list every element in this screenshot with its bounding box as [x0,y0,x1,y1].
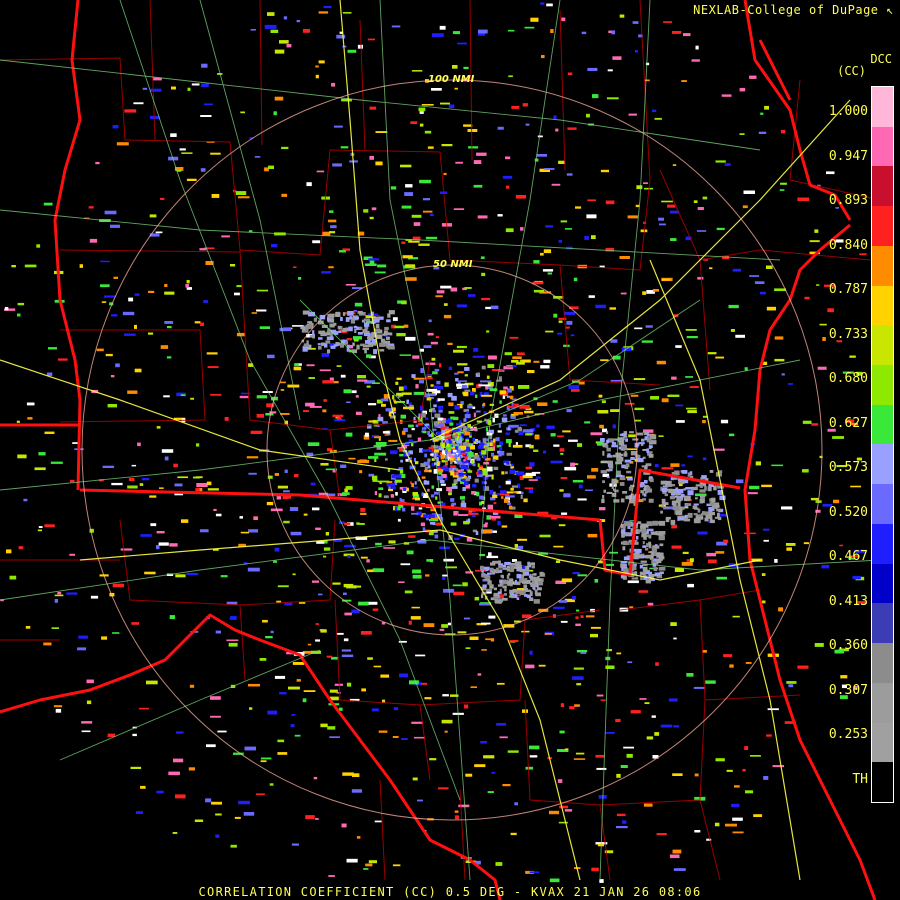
legend-swatch [872,643,893,683]
legend-swatch [872,682,893,723]
legend-swatch [872,325,893,366]
legend-tick-label: 0.413 [828,593,868,609]
legend-tick-label: 0.733 [828,326,868,342]
legend-tick-label: 0.467 [828,549,868,564]
range-label-100nmi: 100 NMI [428,74,475,85]
legend-swatch [872,523,893,564]
legend-tick-label: 0.360 [828,638,868,653]
legend-swatch [872,245,893,286]
legend-tick-label: 0.787 [828,282,868,297]
legend-swatch [872,762,893,802]
legend-tick-label: 0.520 [828,504,868,520]
range-label-50nmi: 50 NMI [433,259,473,270]
credit-text: NEXLAB-College of DuPage [693,3,879,17]
legend-swatch [872,603,893,644]
legend-tick-label: TH [852,771,868,787]
legend-swatch [872,206,893,246]
legend-tick-label: 1.000 [828,104,868,119]
source-credit: NEXLAB-College of DuPage ↖ [693,3,894,17]
legend-swatch [872,484,893,524]
legend-swatch [872,365,893,405]
legend-tick-label: 0.840 [828,237,868,253]
logo-icon: ↖ [886,3,894,17]
legend-swatch [872,444,893,485]
legend-tick-label: 0.253 [828,727,868,742]
legend-swatch [872,722,893,763]
radar-map: 100 NMI 50 NMI [0,0,900,900]
legend-swatch [872,285,893,326]
legend-swatch [872,166,893,207]
legend-swatch [872,404,893,445]
legend-tick-label: 0.573 [828,460,868,475]
legend-tick-label: 0.893 [828,193,868,208]
product-unit: (CC) [837,64,866,78]
legend-tick-label: 0.307 [828,682,868,698]
product-footer: CORRELATION COEFFICIENT (CC) 0.5 DEG - K… [198,885,702,899]
legend-swatch [872,126,893,167]
legend-tick-label: 0.947 [828,148,868,164]
legend-tick-label: 0.627 [828,415,868,431]
product-code: DCC [870,52,892,66]
color-legend [871,86,894,803]
legend-swatch [872,563,893,604]
legend-tick-label: 0.680 [828,371,868,386]
legend-swatch [872,87,893,127]
